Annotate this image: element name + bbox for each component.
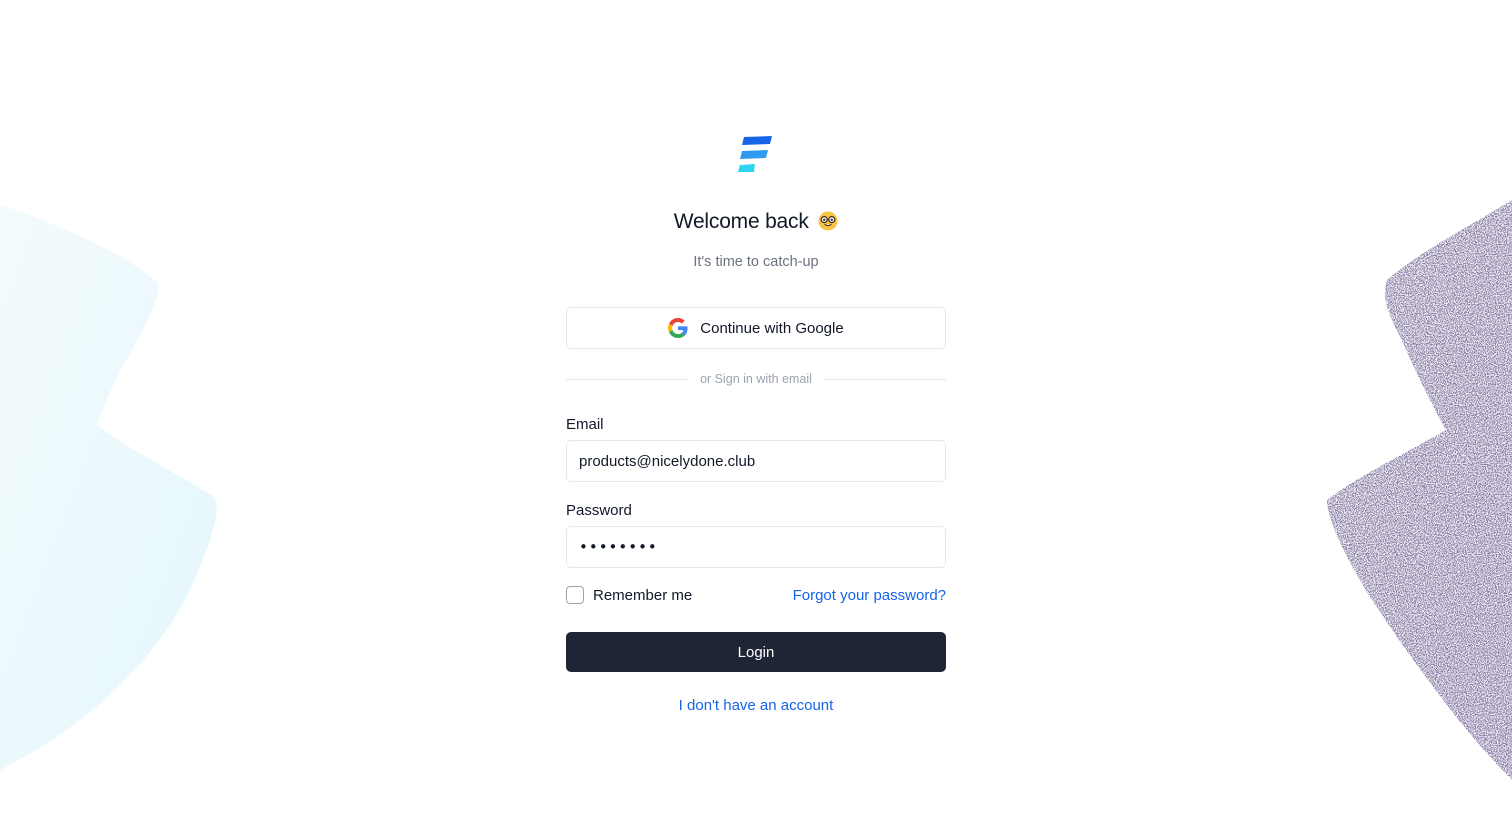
continue-with-google-button[interactable]: Continue with Google	[566, 307, 946, 349]
nerd-face-emoji-icon	[818, 211, 838, 231]
login-button[interactable]: Login	[566, 632, 946, 672]
remember-me-label[interactable]: Remember me	[593, 587, 692, 604]
email-field-wrapper	[566, 440, 946, 482]
forgot-password-link[interactable]: Forgot your password?	[793, 587, 946, 604]
email-field[interactable]	[567, 441, 945, 481]
divider-line-right	[822, 378, 947, 380]
divider-line-left	[566, 378, 690, 380]
google-button-label: Continue with Google	[700, 319, 844, 337]
sign-in-divider: or Sign in with email	[566, 372, 947, 386]
remember-me-row: Remember me	[566, 586, 692, 604]
remember-me-checkbox[interactable]	[566, 586, 584, 604]
password-label: Password	[566, 502, 632, 519]
password-field[interactable]: ••••••••	[566, 526, 946, 568]
left-background-decoration	[0, 205, 217, 770]
right-background-decoration	[1327, 200, 1512, 780]
app-logo-icon	[738, 136, 772, 172]
no-account-link[interactable]: I don't have an account	[566, 697, 946, 714]
google-icon	[668, 318, 688, 338]
divider-text: or Sign in with email	[700, 372, 812, 386]
login-page: Welcome back It's time to catch-up Conti…	[0, 0, 1512, 814]
page-subtitle: It's time to catch-up	[693, 254, 819, 270]
title-text: Welcome back	[673, 210, 809, 233]
password-masked-value: ••••••••	[579, 538, 658, 556]
page-title: Welcome back	[566, 210, 946, 234]
email-label: Email	[566, 416, 604, 433]
